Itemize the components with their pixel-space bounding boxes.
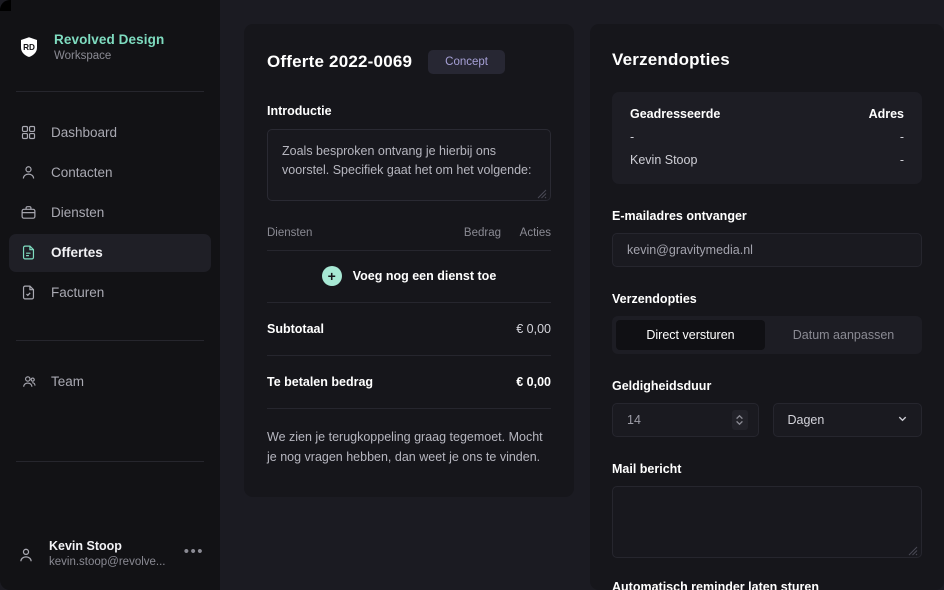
user-email: kevin.stoop@revolve... — [49, 556, 166, 569]
send-options-panel: Verzendopties Geadresseerde Adres - - Ke… — [590, 24, 944, 590]
send-options-segmented-control: Direct versturen Datum aanpassen — [612, 316, 922, 354]
address-card: Geadresseerde Adres - - Kevin Stoop - — [612, 92, 922, 184]
subtotal-row: Subtotaal € 0,00 — [267, 303, 551, 356]
subtotal-value: € 0,00 — [516, 322, 551, 336]
page-title: Offerte 2022-0069 — [267, 52, 413, 71]
sidebar-item-diensten[interactable]: Diensten — [9, 194, 211, 232]
main-content: Offerte 2022-0069 Concept Introductie Zo… — [220, 0, 944, 590]
grid-icon — [19, 124, 37, 142]
total-value: € 0,00 — [516, 375, 551, 389]
validity-row: 14 Dagen — [612, 403, 922, 437]
column-header-address: Adres — [868, 107, 904, 121]
stepper-arrows-icon[interactable] — [731, 410, 748, 430]
sidebar-item-facturen[interactable]: Facturen — [9, 274, 211, 312]
sidebar-item-label: Contacten — [51, 165, 113, 181]
user-avatar-icon — [16, 545, 36, 565]
sidebar-item-label: Diensten — [51, 205, 105, 221]
brand-subtitle: Workspace — [54, 49, 112, 62]
recipient-value: - — [630, 130, 635, 144]
add-service-button[interactable]: + Voeg nog een dienst toe — [267, 251, 551, 303]
chevron-down-icon — [897, 413, 908, 427]
document-check-icon — [19, 284, 37, 302]
subtotal-label: Subtotaal — [267, 322, 324, 336]
outro-text[interactable]: We zien je terugkoppeling graag tegemoet… — [267, 409, 551, 467]
sidebar-item-team[interactable]: Team — [9, 363, 211, 401]
column-header-services: Diensten — [267, 227, 313, 239]
total-row: Te betalen bedrag € 0,00 — [267, 356, 551, 409]
brand-name: Revolved Design — [54, 32, 165, 47]
validity-quantity-stepper[interactable]: 14 — [612, 403, 759, 437]
sidebar-nav: Dashboard Contacten Diensten Offertes Fa… — [0, 92, 220, 312]
send-options-label: Verzendopties — [612, 292, 697, 306]
sidebar-nav-secondary: Team — [0, 341, 220, 401]
address-header-row: Geadresseerde Adres — [630, 107, 904, 121]
services-table-header: Diensten Bedrag Acties — [267, 227, 551, 251]
send-panel-title: Verzendopties — [612, 50, 730, 69]
validity-value: 14 — [627, 413, 641, 427]
user-name: Kevin Stoop — [49, 539, 122, 554]
quote-card: Offerte 2022-0069 Concept Introductie Zo… — [244, 24, 574, 497]
tab-direct-send[interactable]: Direct versturen — [616, 320, 765, 350]
total-label: Te betalen bedrag — [267, 375, 374, 389]
sidebar-item-contacten[interactable]: Contacten — [9, 154, 211, 192]
address-value: - — [899, 130, 904, 144]
validity-unit-select[interactable]: Dagen — [772, 403, 922, 437]
add-service-label: Voeg nog een dienst toe — [352, 269, 497, 283]
validity-unit-value: Dagen — [787, 413, 825, 427]
introduction-label: Introductie — [267, 104, 332, 118]
sidebar-item-offertes[interactable]: Offertes — [9, 233, 211, 272]
more-dots-icon[interactable]: ••• — [184, 543, 204, 566]
mail-message-textarea[interactable] — [612, 486, 922, 558]
tab-adjust-date[interactable]: Datum aanpassen — [769, 320, 918, 350]
auto-reminder-label: Automatisch reminder laten sturen — [612, 580, 819, 590]
column-header-actions: Acties — [519, 227, 551, 239]
resize-handle-icon[interactable] — [536, 186, 547, 199]
column-header-recipient: Geadresseerde — [630, 107, 721, 121]
address-value: - — [899, 153, 904, 167]
resize-handle-icon[interactable] — [907, 543, 918, 556]
shield-rd-logo-icon: RD — [16, 34, 42, 60]
sidebar-divider-bottom — [16, 461, 204, 463]
sidebar-item-label: Offertes — [51, 245, 103, 261]
sidebar: RD Revolved Design Workspace Dashboard C… — [0, 0, 220, 590]
recipient-value: Kevin Stoop — [630, 153, 698, 167]
document-lines-icon — [19, 244, 37, 262]
column-header-amount: Bedrag — [463, 227, 501, 239]
sidebar-item-label: Facturen — [51, 285, 105, 301]
mail-message-label: Mail bericht — [612, 462, 682, 476]
email-label: E-mailadres ontvanger — [612, 209, 747, 223]
app-window: RD Revolved Design Workspace Dashboard C… — [0, 0, 944, 590]
sidebar-item-label: Team — [51, 374, 85, 390]
table-row: - - — [630, 130, 904, 144]
validity-label: Geldigheidsduur — [612, 379, 712, 393]
briefcase-icon — [19, 204, 37, 222]
user-icon — [19, 164, 37, 182]
sidebar-item-label: Dashboard — [51, 125, 118, 141]
brand-header[interactable]: RD Revolved Design Workspace — [0, 0, 220, 63]
sidebar-item-dashboard[interactable]: Dashboard — [9, 114, 211, 152]
table-row: Kevin Stoop - — [630, 153, 904, 167]
sidebar-user-profile[interactable]: Kevin Stoop kevin.stoop@revolve... ••• — [0, 523, 220, 590]
introduction-textarea[interactable]: Zoals besproken ontvang je hierbij ons v… — [267, 129, 551, 201]
quote-header: Offerte 2022-0069 Concept — [267, 50, 551, 74]
email-field[interactable]: kevin@gravitymedia.nl — [612, 233, 922, 267]
svg-text:RD: RD — [23, 43, 35, 52]
team-icon — [19, 373, 37, 391]
plus-circle-icon: + — [321, 266, 342, 286]
status-badge[interactable]: Concept — [428, 50, 505, 74]
